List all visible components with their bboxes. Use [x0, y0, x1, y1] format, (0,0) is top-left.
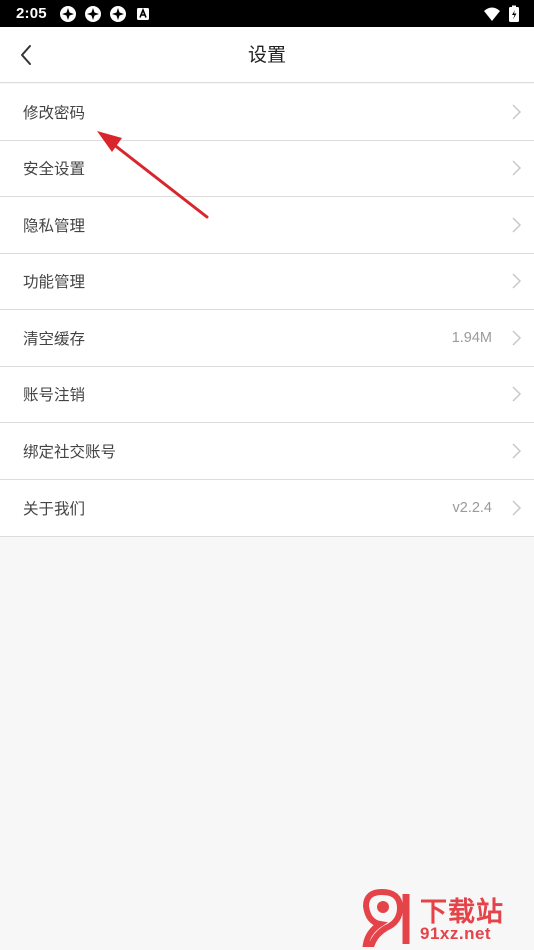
settings-list: 修改密码 安全设置 隐私管理 功能管理 清空缓存 1.94M 账号注销 绑定社交…	[0, 84, 534, 537]
settings-item-change-password[interactable]: 修改密码	[0, 84, 534, 141]
app-icon	[109, 5, 126, 22]
chevron-right-icon	[512, 160, 522, 176]
chevron-right-icon	[512, 443, 522, 459]
chevron-right-icon	[512, 104, 522, 120]
chevron-left-icon	[21, 45, 31, 65]
settings-item-label: 功能管理	[23, 273, 86, 292]
settings-item-label: 关于我们	[23, 499, 86, 518]
settings-item-label: 隐私管理	[23, 216, 86, 235]
chevron-right-icon	[512, 273, 522, 289]
wifi-icon	[484, 7, 500, 21]
back-button[interactable]	[8, 37, 44, 73]
settings-item-about[interactable]: 关于我们 v2.2.4	[0, 480, 534, 537]
status-bar: 2:05	[0, 0, 534, 27]
settings-item-security[interactable]: 安全设置	[0, 141, 534, 197]
chevron-right-icon	[512, 500, 522, 516]
settings-item-delete-account[interactable]: 账号注销	[0, 367, 534, 423]
settings-item-privacy[interactable]: 隐私管理	[0, 197, 534, 254]
chevron-right-icon	[512, 386, 522, 402]
status-time: 2:05	[16, 5, 47, 22]
nav-bar: 设置	[0, 27, 534, 83]
watermark-logo	[362, 888, 410, 947]
battery-charging-icon	[509, 5, 519, 22]
accessibility-icon	[136, 7, 149, 20]
settings-item-label: 安全设置	[23, 160, 86, 179]
settings-item-label: 账号注销	[23, 386, 86, 405]
app-version-value: v2.2.4	[452, 499, 493, 516]
settings-item-label: 修改密码	[23, 103, 86, 122]
settings-item-clear-cache[interactable]: 清空缓存 1.94M	[0, 310, 534, 367]
page-title: 设置	[247, 44, 286, 66]
app-icon	[84, 5, 101, 22]
settings-item-label: 绑定社交账号	[23, 442, 117, 461]
settings-item-features[interactable]: 功能管理	[0, 254, 534, 310]
settings-item-label: 清空缓存	[23, 329, 86, 348]
chevron-right-icon	[512, 330, 522, 346]
settings-item-social-accounts[interactable]: 绑定社交账号	[0, 423, 534, 480]
app-icon	[59, 5, 76, 22]
chevron-right-icon	[512, 217, 522, 233]
watermark: 下载站 91xz.net	[360, 888, 532, 948]
cache-size-value: 1.94M	[451, 329, 492, 346]
watermark-url: 91xz.net	[420, 924, 492, 943]
